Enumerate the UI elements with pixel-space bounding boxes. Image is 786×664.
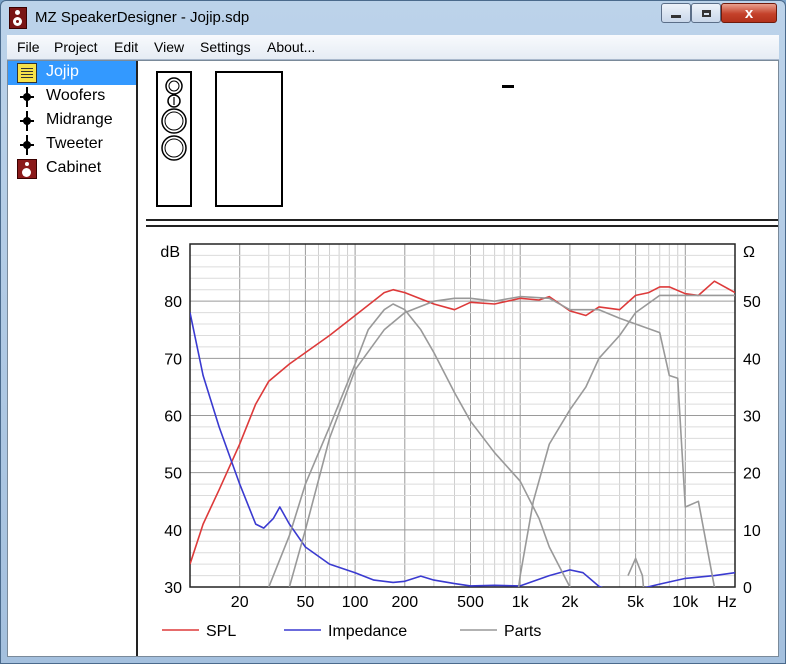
x-unit-label: Hz — [717, 594, 737, 611]
close-button[interactable]: x — [721, 3, 777, 23]
menu-bar: File Project Edit View Settings About... — [7, 35, 779, 60]
legend-label-parts: Parts — [504, 623, 541, 640]
y-tick-label-right: 50 — [743, 294, 761, 311]
x-tick-label: 200 — [391, 594, 418, 611]
menu-file[interactable]: File — [17, 39, 40, 55]
x-tick-label: 100 — [342, 594, 369, 611]
maximize-button[interactable] — [691, 3, 721, 23]
menu-about[interactable]: About... — [267, 39, 315, 55]
window-title: MZ SpeakerDesigner - Jojip.sdp — [35, 9, 250, 26]
y-tick-label-left: 40 — [164, 523, 182, 540]
impedance-curve-1 — [190, 312, 735, 587]
y-tick-label-left: 60 — [164, 409, 182, 426]
x-tick-label: 10k — [672, 594, 699, 611]
y-left-unit-label: dB — [160, 244, 180, 261]
title-bar[interactable]: MZ SpeakerDesigner - Jojip.sdp x — [1, 1, 785, 35]
y-tick-label-left: 70 — [164, 351, 182, 368]
menu-settings[interactable]: Settings — [200, 39, 251, 55]
y-tick-label-right: 40 — [743, 351, 761, 368]
legend-label-spl: SPL — [206, 623, 236, 640]
menu-edit[interactable]: Edit — [114, 39, 138, 55]
maximize-icon — [701, 9, 711, 17]
frequency-response-chart[interactable]: 30 40 50 60 70 80 0 10 20 30 40 50 20 50 100 200 500 1k 2k… — [8, 61, 778, 656]
speaker-app-icon — [9, 7, 27, 29]
minimize-icon — [671, 14, 681, 18]
y-tick-label-right: 10 — [743, 523, 761, 540]
menu-project[interactable]: Project — [54, 39, 98, 55]
x-tick-label: 2k — [561, 594, 579, 611]
minimize-button[interactable] — [661, 3, 691, 23]
parts-curve-4 — [517, 294, 735, 587]
y-right-unit-label: Ω — [743, 244, 755, 261]
legend-label-impedance: Impedance — [328, 623, 407, 640]
parts-curve-2 — [268, 303, 571, 587]
y-tick-label-left: 30 — [164, 580, 182, 597]
x-tick-label: 5k — [627, 594, 645, 611]
x-tick-label: 20 — [231, 594, 249, 611]
y-tick-label-right: 30 — [743, 409, 761, 426]
y-tick-label-right: 20 — [743, 466, 761, 483]
x-tick-label: 500 — [457, 594, 484, 611]
app-window: MZ SpeakerDesigner - Jojip.sdp x File Pr… — [0, 0, 786, 664]
y-tick-label-left: 80 — [164, 294, 182, 311]
x-tick-label: 50 — [297, 594, 315, 611]
y-tick-label-left: 50 — [164, 466, 182, 483]
x-tick-label: 1k — [512, 594, 530, 611]
y-tick-label-right: 0 — [743, 580, 752, 597]
close-icon: x — [744, 4, 754, 22]
client-area: Jojip Woofers Midrange Tweeter Cabinet 3… — [7, 60, 779, 657]
menu-view[interactable]: View — [154, 39, 184, 55]
